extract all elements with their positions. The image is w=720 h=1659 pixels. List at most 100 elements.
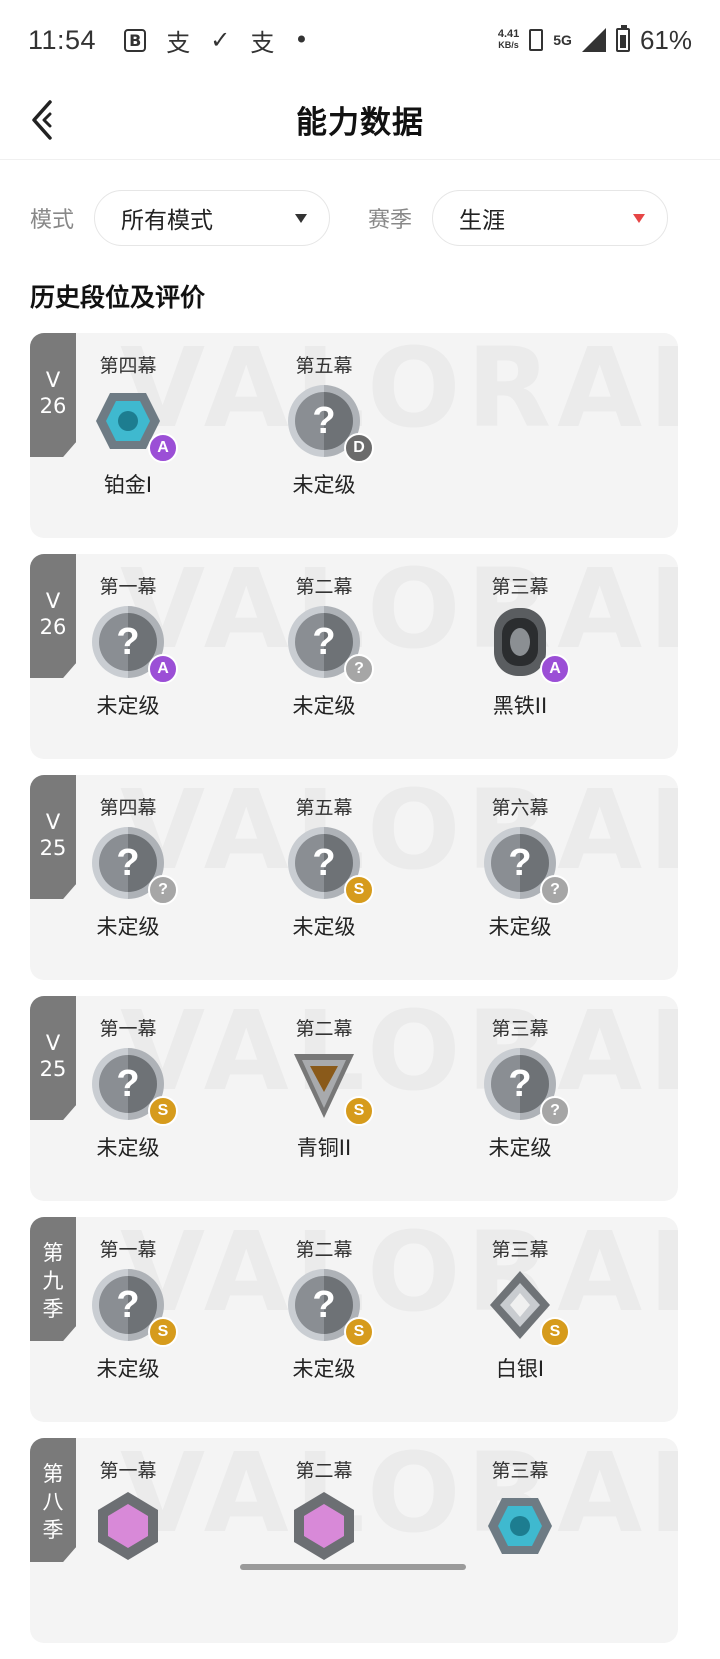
rank-name: 青铜II [264, 1132, 384, 1162]
rank-name: 未定级 [460, 911, 580, 941]
season-select[interactable]: 生涯 [432, 190, 668, 246]
grade-badge: A [148, 433, 178, 463]
sim-icon [529, 29, 543, 51]
grade-badge: S [148, 1096, 178, 1126]
rank-name: 未定级 [264, 469, 384, 499]
rank-emblem-icon: A [484, 606, 556, 678]
rank-name: 未定级 [68, 1132, 188, 1162]
rank-emblem-icon [288, 1490, 360, 1562]
rank-emblem-icon: ?D [288, 385, 360, 457]
act-name: 第四幕 [68, 793, 188, 817]
act-name: 第三幕 [460, 1014, 580, 1038]
notif-icon-alipay: 支 [166, 23, 190, 58]
season-card: VALORANT第八季第一幕第二幕第三幕 [30, 1438, 678, 1643]
back-arrow-icon[interactable] [28, 98, 68, 142]
act-item[interactable]: 第一幕 [68, 1456, 188, 1574]
rank-emblem-icon: ?A [92, 606, 164, 678]
act-item[interactable]: 第三幕 S 白银I [460, 1235, 580, 1383]
act-item[interactable]: 第一幕 ?S 未定级 [68, 1014, 188, 1162]
status-bar: 11:54 B 支 ✓ 支 • 4.41 KB/s 5G 61% [0, 0, 720, 80]
act-item[interactable]: 第四幕??未定级 [68, 793, 188, 941]
rank-emblem-icon: ?S [288, 1269, 360, 1341]
rank-emblem-icon: ?S [92, 1048, 164, 1120]
chevron-down-icon [633, 214, 645, 223]
act-item[interactable]: 第二幕 [264, 1456, 384, 1574]
watermark: VALORANT [120, 564, 678, 654]
rank-emblem-icon: ?? [288, 606, 360, 678]
act-name: 第一幕 [68, 572, 188, 596]
act-name: 第二幕 [264, 1014, 384, 1038]
act-name: 第三幕 [460, 572, 580, 596]
act-name: 第二幕 [264, 1235, 384, 1259]
grade-badge: S [540, 1317, 570, 1347]
season-card: VALORANTV26第一幕?A未定级第二幕??未定级第三幕A黑铁II [30, 554, 678, 759]
battery-percent: 61% [640, 25, 692, 56]
grade-badge: ? [540, 875, 570, 905]
grade-badge: A [148, 654, 178, 684]
act-name: 第一幕 [68, 1014, 188, 1038]
rank-name: 未定级 [264, 1353, 384, 1383]
rank-emblem-icon [484, 1490, 556, 1562]
season-label: 赛季 [368, 202, 412, 234]
act-item[interactable]: 第一幕 ?A 未定级 [68, 572, 188, 720]
act-item[interactable]: 第五幕 ?D 未定级 [264, 351, 384, 499]
grade-badge: ? [344, 654, 374, 684]
grade-badge: S [344, 875, 374, 905]
act-item[interactable]: 第四幕A铂金I [68, 351, 188, 499]
act-item[interactable]: 第二幕 S 青铜II [264, 1014, 384, 1162]
grade-badge: S [148, 1317, 178, 1347]
speed-value: 4.41 [498, 29, 519, 40]
rank-emblem-icon: ?? [484, 1048, 556, 1120]
notif-icon-alipay-2: 支 [250, 23, 274, 58]
season-list: VALORANTV26第四幕A铂金I第五幕?D未定级VALORANTV26第一幕… [30, 333, 678, 1659]
battery-icon [616, 28, 630, 52]
season-value: 生涯 [459, 201, 505, 235]
notification-icons: B 支 ✓ 支 • [124, 23, 308, 58]
season-card: VALORANT第九季第一幕?S未定级第二幕?S未定级第三幕S白银I [30, 1217, 678, 1422]
rank-emblem-icon: ?? [484, 827, 556, 899]
act-item[interactable]: 第一幕?S未定级 [68, 1235, 188, 1383]
rank-emblem-icon: S [484, 1269, 556, 1341]
season-card: VALORANTV26第四幕A铂金I第五幕?D未定级 [30, 333, 678, 538]
act-item[interactable]: 第三幕 A 黑铁II [460, 572, 580, 720]
act-name: 第三幕 [460, 1456, 580, 1480]
rank-name: 黑铁II [460, 690, 580, 720]
rank-name: 铂金I [68, 469, 188, 499]
status-right: 4.41 KB/s 5G 61% [498, 25, 692, 56]
act-name: 第五幕 [264, 351, 384, 375]
grade-badge: S [344, 1317, 374, 1347]
watermark: VALORANT [120, 1227, 678, 1317]
act-item[interactable]: 第二幕??未定级 [264, 572, 384, 720]
act-item[interactable]: 第二幕 ?S 未定级 [264, 1235, 384, 1383]
act-name: 第一幕 [68, 1456, 188, 1480]
chevron-down-icon [295, 214, 307, 223]
mode-label: 模式 [30, 202, 74, 234]
act-name: 第一幕 [68, 1235, 188, 1259]
act-name: 第五幕 [264, 793, 384, 817]
act-name: 第二幕 [264, 572, 384, 596]
rank-name: 未定级 [68, 690, 188, 720]
speed-unit: KB/s [498, 40, 519, 51]
watermark: VALORANT [120, 785, 678, 875]
rank-emblem-icon [92, 1490, 164, 1562]
section-title: 历史段位及评价 [30, 278, 205, 314]
act-item[interactable]: 第三幕??未定级 [460, 1014, 580, 1162]
home-indicator[interactable] [240, 1564, 466, 1570]
act-name: 第三幕 [460, 1235, 580, 1259]
network-type: 5G [553, 34, 572, 46]
mode-select[interactable]: 所有模式 [94, 190, 330, 246]
rank-name: 白银I [460, 1353, 580, 1383]
filter-bar: 模式 所有模式 赛季 生涯 [30, 190, 690, 246]
grade-badge: D [344, 433, 374, 463]
rank-name: 未定级 [68, 1353, 188, 1383]
grade-badge: S [344, 1096, 374, 1126]
watermark: VALORANT [120, 343, 678, 433]
mode-value: 所有模式 [121, 201, 213, 235]
rank-emblem-icon: ?? [92, 827, 164, 899]
rank-emblem-icon: ?S [288, 827, 360, 899]
act-item[interactable]: 第三幕 [460, 1456, 580, 1574]
act-item[interactable]: 第五幕?S未定级 [264, 793, 384, 941]
grade-badge: ? [540, 1096, 570, 1126]
watermark: VALORANT [120, 1006, 678, 1096]
act-item[interactable]: 第六幕??未定级 [460, 793, 580, 941]
